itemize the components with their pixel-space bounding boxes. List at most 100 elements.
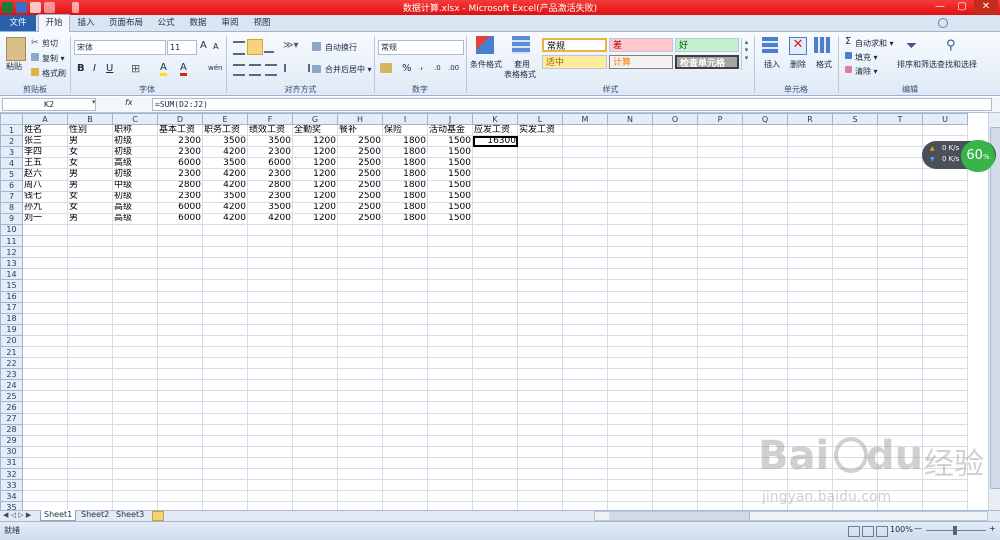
cell[interactable] — [67, 445, 113, 458]
cell[interactable]: 3500 — [247, 201, 293, 214]
cell[interactable] — [877, 390, 923, 403]
cell[interactable] — [157, 301, 203, 314]
cell[interactable]: 2500 — [337, 190, 383, 203]
cell[interactable] — [517, 179, 563, 192]
row-header[interactable]: 33 — [0, 479, 23, 492]
cell[interactable] — [652, 501, 698, 510]
cell[interactable] — [112, 412, 158, 425]
column-header[interactable]: B — [67, 113, 113, 126]
border-button[interactable]: ⊞ — [131, 62, 140, 75]
phonetic-button[interactable]: wén — [208, 64, 222, 72]
binoculars-icon[interactable]: ⚲ — [946, 37, 962, 55]
cell[interactable] — [22, 235, 68, 248]
cell[interactable] — [382, 423, 428, 436]
cell[interactable] — [922, 257, 968, 270]
cell[interactable] — [337, 323, 383, 336]
row-header[interactable]: 15 — [0, 279, 23, 292]
cell[interactable] — [472, 345, 518, 359]
cell[interactable]: 16300 — [472, 135, 518, 148]
cell[interactable] — [157, 268, 203, 281]
cell[interactable] — [517, 467, 563, 481]
cell[interactable] — [22, 390, 68, 403]
cell[interactable] — [562, 345, 608, 359]
cell[interactable] — [607, 479, 653, 492]
cell[interactable] — [787, 235, 833, 248]
cell[interactable] — [832, 357, 878, 370]
cell[interactable] — [292, 434, 338, 447]
cell[interactable] — [292, 445, 338, 458]
cell[interactable] — [157, 412, 203, 425]
cell[interactable] — [697, 246, 743, 259]
cell[interactable]: 初级 — [112, 168, 158, 181]
cell[interactable] — [157, 357, 203, 370]
tab-file[interactable]: 文件 — [0, 15, 36, 31]
styles-more-icon[interactable]: ▴ ▾ ▾ — [741, 38, 751, 70]
cell[interactable] — [292, 345, 338, 359]
cell[interactable] — [472, 212, 518, 225]
cell[interactable] — [67, 246, 113, 259]
cell[interactable] — [742, 179, 788, 192]
style-neutral[interactable]: 适中 — [542, 55, 607, 69]
cell[interactable] — [157, 334, 203, 347]
cell[interactable] — [427, 345, 473, 359]
cell[interactable] — [877, 157, 923, 170]
cell[interactable] — [607, 279, 653, 292]
cell[interactable] — [112, 490, 158, 503]
cell[interactable] — [607, 157, 653, 170]
cell[interactable] — [337, 401, 383, 414]
cell[interactable] — [607, 212, 653, 225]
cell[interactable] — [337, 479, 383, 492]
cell[interactable] — [112, 223, 158, 237]
normal-view-icon[interactable] — [848, 526, 860, 537]
cell[interactable]: 2500 — [337, 157, 383, 170]
cell[interactable] — [562, 379, 608, 392]
cell[interactable] — [562, 490, 608, 503]
select-all-corner[interactable] — [0, 113, 23, 126]
cell[interactable] — [427, 290, 473, 303]
cell[interactable] — [472, 257, 518, 270]
cell[interactable] — [922, 235, 968, 248]
cell[interactable] — [742, 135, 788, 148]
cell[interactable]: 男 — [67, 168, 113, 181]
cell[interactable] — [562, 290, 608, 303]
row-header[interactable]: 13 — [0, 257, 23, 270]
cell[interactable]: 张三 — [22, 135, 68, 148]
cell[interactable]: 2500 — [337, 201, 383, 214]
cell[interactable] — [427, 268, 473, 281]
cell[interactable] — [517, 401, 563, 414]
cell[interactable] — [697, 357, 743, 370]
row-header[interactable]: 5 — [0, 168, 23, 181]
cell[interactable] — [472, 390, 518, 403]
cell[interactable] — [337, 223, 383, 237]
cell[interactable] — [832, 146, 878, 159]
cell[interactable] — [472, 146, 518, 159]
cell[interactable] — [517, 501, 563, 510]
cell[interactable]: 1500 — [427, 179, 473, 192]
minimize-button[interactable]: — — [930, 0, 950, 14]
cell[interactable] — [337, 235, 383, 248]
cell[interactable] — [337, 423, 383, 436]
row-header[interactable]: 24 — [0, 379, 23, 392]
row-header[interactable]: 8 — [0, 201, 23, 214]
cell[interactable] — [472, 312, 518, 325]
cell[interactable] — [922, 357, 968, 370]
cell[interactable] — [562, 445, 608, 458]
cell[interactable] — [157, 379, 203, 392]
cell[interactable] — [877, 357, 923, 370]
cell[interactable] — [292, 246, 338, 259]
cut-button[interactable]: 剪切 — [42, 38, 58, 49]
insert-function-button[interactable]: fx — [125, 98, 133, 107]
cell[interactable]: 保险 — [382, 124, 428, 137]
cell[interactable]: 职务工资 — [202, 124, 248, 137]
cell[interactable]: 1800 — [382, 146, 428, 159]
cell[interactable] — [742, 323, 788, 336]
sort-filter-button[interactable]: 排序和筛选 — [897, 59, 937, 70]
cell[interactable] — [517, 135, 563, 148]
tab-home[interactable]: 开始 — [38, 14, 70, 32]
cell[interactable]: 6000 — [157, 157, 203, 170]
column-header[interactable]: D — [157, 113, 203, 126]
cell[interactable] — [22, 501, 68, 510]
cell[interactable] — [427, 434, 473, 447]
cell[interactable]: 餐补 — [337, 124, 383, 137]
cell[interactable] — [337, 390, 383, 403]
